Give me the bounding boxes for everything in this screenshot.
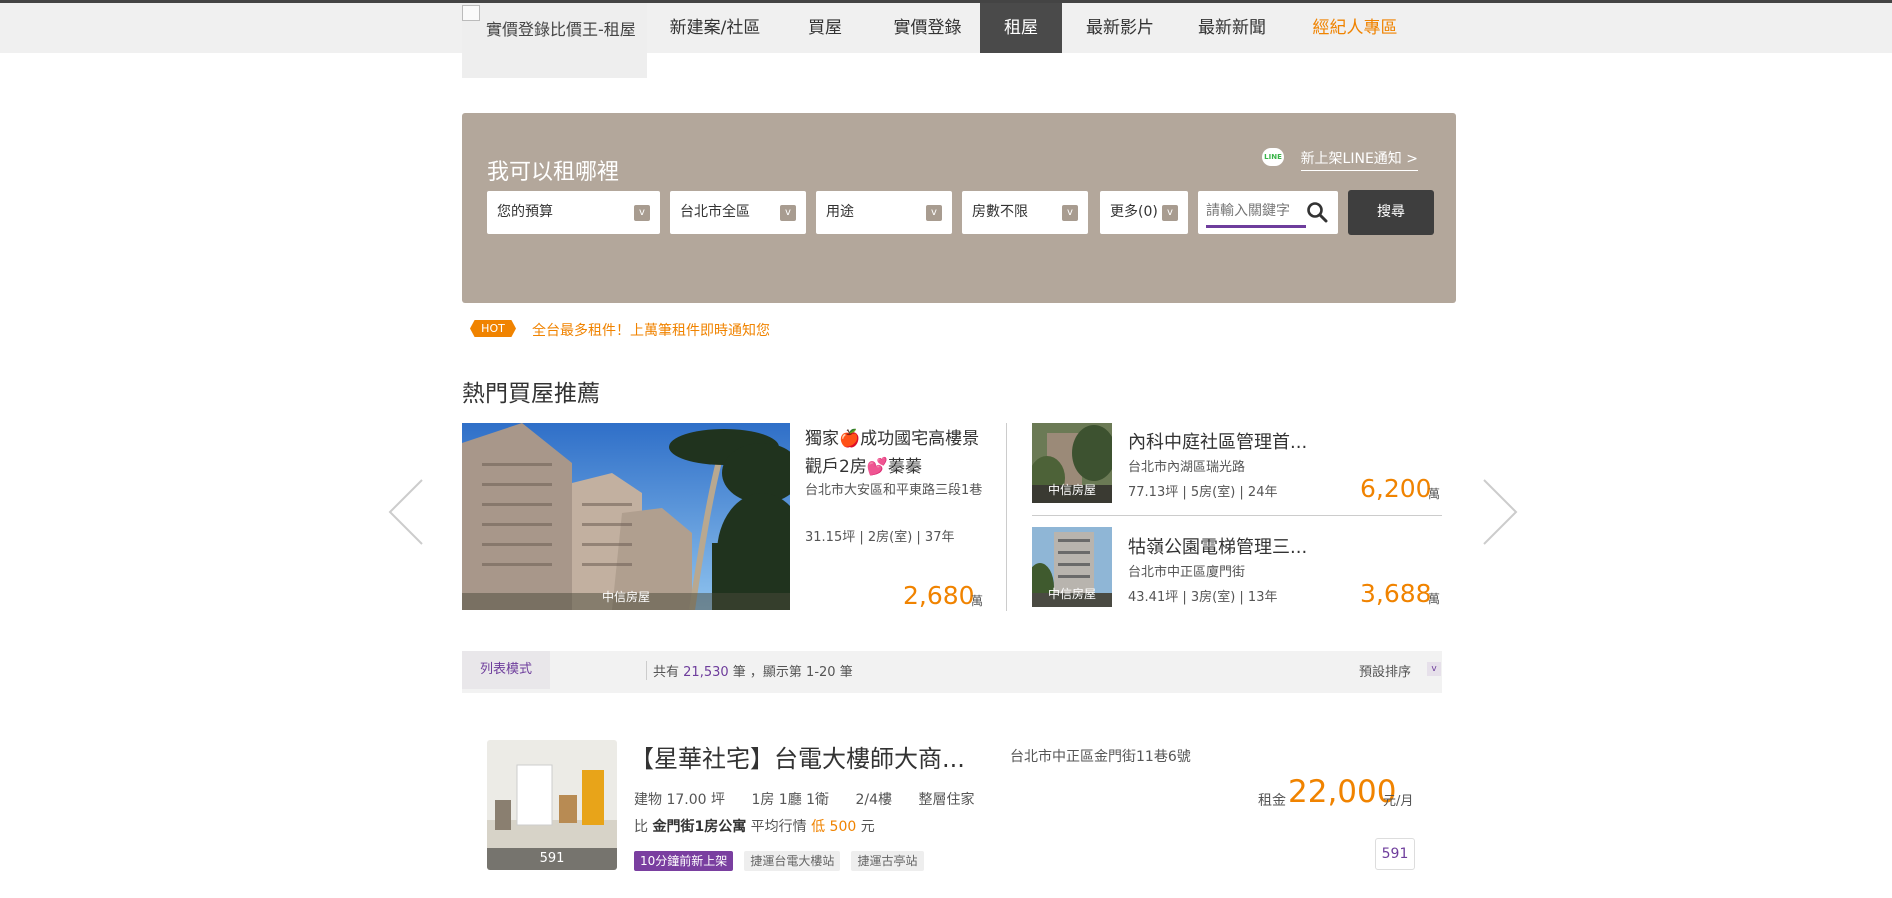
chevron-down-icon: v: [1162, 205, 1178, 221]
source-badge[interactable]: 591: [1375, 838, 1415, 870]
featured-price: 2,680: [903, 581, 975, 610]
region-select[interactable]: 台北市全區 v: [670, 191, 806, 234]
listing-specs: 建物 17.00 坪 1房 1廳 1衛 2/4樓 整層住家: [634, 789, 997, 809]
nav-videos[interactable]: 最新影片: [1070, 3, 1170, 53]
result-count-number: 21,530: [683, 665, 729, 680]
search-button[interactable]: 搜尋: [1348, 190, 1434, 235]
rooms-select[interactable]: 房數不限 v: [962, 191, 1088, 234]
search-panel: 我可以租哪裡 LINE 新上架LINE通知 > 您的預算 v 台北市全區 v 用…: [462, 113, 1456, 303]
featured-photo-image: [462, 423, 790, 610]
tag-mrt: 捷運古亭站: [851, 851, 924, 871]
chevron-down-icon: v: [780, 205, 796, 221]
tab-list-mode[interactable]: 列表模式: [462, 651, 550, 689]
listing-photo[interactable]: 591: [487, 740, 617, 870]
listing-title[interactable]: 【星華社宅】台電大樓師大商...: [630, 739, 965, 774]
photo-source-tag: 中信房屋: [1047, 587, 1096, 601]
side-photo-2[interactable]: 中信房屋: [1032, 527, 1112, 607]
listing-floor: 2/4樓: [855, 792, 893, 808]
featured-price-unit: 萬: [971, 594, 984, 608]
region-select-label: 台北市全區: [680, 204, 750, 220]
recommend-title: 熱門買屋推薦: [462, 381, 600, 407]
rent-label: 租金: [1258, 793, 1286, 809]
featured-spec: 31.15坪 | 2房(室) | 37年: [805, 530, 955, 545]
compare-target: 金門街1房公寓: [652, 819, 747, 835]
search-title: 我可以租哪裡: [487, 160, 620, 185]
logo-text[interactable]: 實價登錄比價王-租屋: [486, 16, 636, 40]
chevron-down-icon[interactable]: v: [1427, 662, 1441, 676]
budget-select-label: 您的預算: [497, 204, 553, 220]
rooms-select-label: 房數不限: [972, 204, 1028, 220]
listing-type: 整層住家: [918, 792, 975, 808]
featured-title[interactable]: 獨家🍎成功國宅高樓景觀戶2房💕蓁蓁: [805, 425, 985, 481]
listing-address: 台北市中正區金門街11巷6號: [1010, 749, 1191, 765]
tag-mrt: 捷運台電大樓站: [744, 851, 841, 871]
more-filters-label: 更多(0): [1110, 204, 1158, 220]
divider: [1006, 423, 1007, 611]
more-filters-select[interactable]: 更多(0) v: [1100, 191, 1188, 234]
logo[interactable]: [462, 3, 647, 78]
side-spec-2: 43.41坪 | 3房(室) | 13年: [1128, 590, 1278, 605]
side-spec-1: 77.13坪 | 5房(室) | 24年: [1128, 485, 1278, 500]
side-address-1: 台北市內湖區瑞光路: [1128, 460, 1246, 475]
side-price-1: 6,200: [1360, 474, 1432, 503]
photo-source-tag: 591: [487, 848, 617, 870]
list-toolbar: [462, 651, 1442, 688]
nav-new-projects[interactable]: 新建案/社區: [655, 3, 775, 53]
listing-area: 建物 17.00 坪: [634, 792, 725, 808]
listing-layout: 1房 1廳 1衛: [751, 792, 830, 808]
side-price-2: 3,688: [1360, 579, 1432, 608]
side-address-2: 台北市中正區廈門街: [1128, 565, 1246, 580]
chevron-down-icon: v: [1062, 205, 1078, 221]
carousel-prev-arrow-icon[interactable]: [386, 478, 426, 546]
compare-mid: 平均行情: [750, 819, 807, 835]
side-price-unit-1: 萬: [1428, 487, 1441, 501]
nav-news[interactable]: 最新新聞: [1182, 3, 1282, 53]
chevron-down-icon: v: [926, 205, 942, 221]
chevron-down-icon: v: [634, 205, 650, 221]
compare-low: 低 500: [811, 819, 857, 835]
rent-unit: 元/月: [1383, 794, 1414, 809]
featured-address: 台北市大安區和平東路三段1巷: [805, 483, 983, 498]
nav-price-records[interactable]: 實價登錄: [875, 3, 980, 53]
usage-select-label: 用途: [826, 204, 854, 220]
broken-image-icon: [462, 5, 480, 21]
keyword-box: [1198, 191, 1338, 234]
line-notify-link[interactable]: 新上架LINE通知 >: [1300, 148, 1418, 171]
divider: [1032, 515, 1442, 516]
result-count: 共有 21,530 筆 ，顯示第 1-20 筆: [646, 661, 853, 680]
sort-select[interactable]: 預設排序: [1359, 661, 1411, 680]
featured-photo[interactable]: 中信房屋: [462, 423, 790, 610]
hot-promo-link[interactable]: 全台最多租件！上萬筆租件即時通知您: [532, 320, 770, 340]
result-count-prefix: 共有: [653, 665, 680, 680]
photo-source-tag: 中信房屋: [601, 590, 650, 604]
budget-select[interactable]: 您的預算 v: [487, 191, 660, 234]
carousel-next-arrow-icon[interactable]: [1480, 478, 1520, 546]
list-toolbar-border: [462, 688, 1442, 693]
hot-badge: HOT: [470, 320, 516, 337]
line-icon: LINE: [1262, 148, 1284, 166]
listing-tags: 10分鐘前新上架 捷運台電大樓站 捷運古亭站: [634, 850, 930, 871]
nav-buy[interactable]: 買屋: [775, 3, 875, 53]
side-price-unit-2: 萬: [1428, 592, 1441, 606]
rent-price: 22,000: [1288, 774, 1397, 810]
keyword-input[interactable]: [1206, 197, 1306, 228]
side-photo-1[interactable]: 中信房屋: [1032, 423, 1112, 503]
side-title-1[interactable]: 內科中庭社區管理首...: [1128, 428, 1307, 454]
photo-source-tag: 中信房屋: [1047, 483, 1096, 497]
result-count-suffix: 筆 ，顯示第 1-20 筆: [732, 665, 853, 680]
search-icon[interactable]: [1306, 201, 1328, 223]
listing-price-compare: 比 金門街1房公寓 平均行情 低 500 元: [634, 816, 875, 836]
tag-new: 10分鐘前新上架: [634, 851, 734, 871]
usage-select[interactable]: 用途 v: [816, 191, 952, 234]
nav-agent-zone[interactable]: 經紀人專區: [1300, 3, 1410, 53]
compare-unit: 元: [860, 819, 875, 835]
nav-rent[interactable]: 租屋: [980, 3, 1062, 53]
compare-prefix: 比: [634, 819, 648, 835]
side-title-2[interactable]: 牯嶺公園電梯管理三...: [1128, 533, 1307, 559]
